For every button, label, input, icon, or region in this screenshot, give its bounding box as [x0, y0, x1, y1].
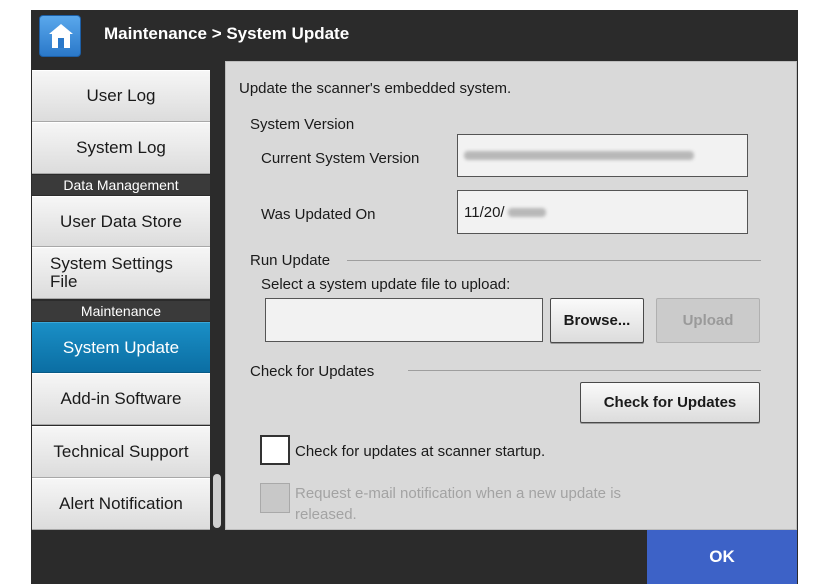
sidebar-item-system-settings-file[interactable]: System Settings File [32, 247, 210, 299]
was-updated-on-label: Was Updated On [261, 206, 376, 223]
sidebar-item-system-log[interactable]: System Log [32, 122, 210, 174]
email-notification-checkbox[interactable] [260, 483, 290, 513]
page-description: Update the scanner's embedded system. [239, 80, 512, 97]
sidebar-item-label: Add-in Software [60, 389, 182, 408]
check-for-updates-button[interactable]: Check for Updates [580, 382, 760, 423]
sidebar-item-user-data-store[interactable]: User Data Store [32, 196, 210, 247]
page-title: Maintenance > System Update [104, 24, 350, 43]
sidebar-item-add-in-software[interactable]: Add-in Software [32, 373, 210, 425]
browse-button[interactable]: Browse... [550, 298, 644, 343]
email-notification-label-line1: Request e-mail notification when a new u… [295, 485, 622, 502]
startup-check-label: Check for updates at scanner startup. [295, 443, 546, 460]
email-notification-label: Request e-mail notification when a new u… [295, 483, 621, 525]
email-notification-label-line2: released. [295, 506, 357, 523]
section-header-data-management: Data Management [32, 175, 210, 195]
system-version-heading: System Version [250, 116, 355, 133]
section-header-maintenance: Maintenance [32, 301, 210, 321]
sidebar-item-label: System Settings File [50, 254, 173, 291]
redacted-year-text [507, 207, 546, 217]
check-for-updates-heading: Check for Updates [250, 363, 375, 380]
sidebar-item-label: System Log [76, 138, 166, 157]
sidebar-item-alert-notification[interactable]: Alert Notification [32, 478, 210, 530]
run-update-divider [347, 260, 761, 261]
sidebar-item-user-log[interactable]: User Log [32, 70, 210, 122]
startup-check-checkbox[interactable] [260, 435, 290, 465]
sidebar-item-technical-support[interactable]: Technical Support [32, 426, 210, 478]
sidebar-scrollbar-thumb[interactable] [213, 474, 221, 528]
sidebar-item-system-update[interactable]: System Update [32, 322, 210, 373]
was-updated-on-value: 11/20/ [464, 203, 505, 221]
was-updated-on-field: 11/20/ [457, 190, 748, 234]
sidebar-item-label: User Log [86, 86, 156, 105]
sidebar-item-label: User Data Store [60, 211, 182, 231]
sidebar-item-label: System Update [62, 337, 180, 357]
sidebar-item-label: Technical Support [53, 442, 189, 461]
current-system-version-field [457, 134, 748, 177]
run-update-heading: Run Update [250, 252, 331, 269]
redacted-version-text [464, 151, 694, 160]
sidebar-scrollbar[interactable] [211, 64, 223, 526]
scanner-screen: Maintenance > System Update User Log Sys… [0, 0, 821, 586]
check-for-updates-divider [408, 370, 761, 371]
current-system-version-label: Current System Version [261, 150, 420, 167]
upload-prompt: Select a system update file to upload: [261, 276, 511, 293]
sidebar-item-label: Alert Notification [59, 494, 183, 513]
home-icon [49, 24, 73, 48]
upload-button[interactable]: Upload [656, 298, 760, 343]
update-file-field[interactable] [265, 298, 543, 342]
home-button[interactable] [39, 15, 81, 57]
ok-button[interactable]: OK [647, 530, 797, 584]
